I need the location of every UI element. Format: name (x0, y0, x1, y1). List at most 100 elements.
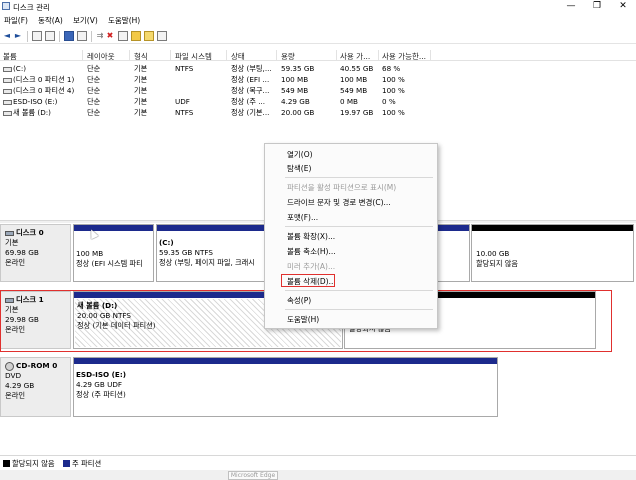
volume-status: 정상 (기본... (231, 108, 270, 117)
disk-list-icon[interactable] (45, 31, 55, 41)
volume-layout: 단순 (87, 86, 101, 95)
window-title: 디스크 관리 (13, 3, 50, 12)
disk-name: 디스크 0 (16, 228, 44, 237)
volume-status: 정상 (부팅,... (231, 64, 272, 73)
menu-bar: 파일(F) 동작(A) 보기(V) 도움말(H) (0, 14, 636, 27)
menu-action[interactable]: 동작(A) (38, 15, 63, 26)
column-free-space[interactable]: 사용 가... (340, 51, 370, 62)
partition-e[interactable]: ESD-ISO (E:) 4.29 GB UDF 정상 (주 파티션) (73, 357, 498, 417)
maximize-button[interactable]: ❐ (588, 0, 606, 13)
volume-percent: 100 % (382, 108, 405, 117)
column-volume[interactable]: 볼륨 (3, 51, 17, 62)
legend-unallocated: 할당되지 않음 (12, 459, 55, 468)
volume-layout: 단순 (87, 64, 101, 73)
volume-name: (디스크 0 파티션 4) (3, 85, 74, 96)
volume-capacity: 4.29 GB (281, 97, 310, 106)
column-capacity[interactable]: 용량 (281, 51, 295, 62)
connect-icon[interactable]: ⇉ (95, 31, 105, 41)
disk-0-label[interactable]: 디스크 0 기본 69.98 GB 온라인 (0, 224, 71, 282)
partition-title: ESD-ISO (E:) (76, 370, 126, 379)
partition-status: 정상 (EFI 시스템 파티 (76, 259, 143, 268)
partition-size: 10.00 GB (476, 249, 510, 258)
menu-item-mark-active[interactable]: 파티션을 활성 파티션으로 표시(M) (287, 182, 396, 193)
menu-item-shrink-volume[interactable]: 볼륨 축소(H)... (287, 246, 336, 257)
forward-arrow-icon[interactable]: ► (13, 31, 23, 41)
volume-layout: 단순 (87, 108, 101, 117)
column-divider (129, 50, 130, 61)
help-icon[interactable] (64, 31, 74, 41)
primary-partition-bar (74, 358, 497, 364)
unallocated-swatch (3, 460, 10, 467)
minimize-button[interactable]: — (562, 0, 580, 13)
volume-capacity: 20.00 GB (281, 108, 315, 117)
volume-row[interactable]: (디스크 0 파티션 1) 단순 기본 정상 (EFI ... 100 MB 1… (0, 74, 420, 85)
column-divider (378, 50, 379, 61)
menu-item-format[interactable]: 포맷(F)... (287, 212, 318, 223)
back-arrow-icon[interactable]: ◄ (2, 31, 12, 41)
toolbar-divider (59, 31, 60, 42)
volume-type: 기본 (134, 86, 148, 95)
toolbar-divider (91, 31, 92, 42)
console-tree-icon[interactable] (32, 31, 42, 41)
disk-state: 온라인 (5, 391, 26, 400)
volume-capacity: 549 MB (281, 86, 309, 95)
menu-file[interactable]: 파일(F) (4, 15, 28, 26)
menu-view[interactable]: 보기(V) (73, 15, 98, 26)
volume-name: 새 볼륨 (D:) (3, 107, 51, 118)
list-view-icon[interactable] (157, 31, 167, 41)
taskbar-hint: Microsoft Edge (228, 471, 278, 480)
column-divider (226, 50, 227, 61)
volume-row[interactable]: ESD-ISO (E:) 단순 기본 UDF 정상 (주 ... 4.29 GB… (0, 96, 420, 107)
volume-free: 19.97 GB (340, 108, 374, 117)
disk-kind: DVD (5, 371, 22, 380)
menu-item-add-mirror[interactable]: 미러 추가(A)... (287, 261, 335, 272)
column-type[interactable]: 형식 (134, 51, 148, 62)
volume-row[interactable]: (디스크 0 파티션 4) 단순 기본 정상 (복구... 549 MB 549… (0, 85, 420, 96)
disk-size: 4.29 GB (5, 381, 35, 390)
volume-filesystem: UDF (175, 97, 190, 106)
cdrom-0-label[interactable]: CD-ROM 0 DVD 4.29 GB 온라인 (0, 357, 71, 417)
column-filesystem[interactable]: 파일 시스템 (175, 51, 212, 62)
check-icon[interactable] (118, 31, 128, 41)
volume-icon (3, 88, 12, 94)
volume-row[interactable]: 새 볼륨 (D:) 단순 기본 NTFS 정상 (기본... 20.00 GB … (0, 107, 420, 118)
volume-status: 정상 (주 ... (231, 97, 266, 106)
menu-item-extend-volume[interactable]: 볼륨 확장(X)... (287, 231, 335, 242)
menu-help[interactable]: 도움말(H) (108, 15, 140, 26)
menu-separator (285, 177, 433, 178)
volume-type: 기본 (134, 108, 148, 117)
column-divider (82, 50, 83, 61)
menu-item-open[interactable]: 열기(O) (287, 149, 313, 160)
column-divider (336, 50, 337, 61)
new-folder-icon[interactable] (144, 31, 154, 41)
volume-percent: 68 % (382, 64, 401, 73)
menu-item-properties[interactable]: 속성(P) (287, 295, 311, 306)
volume-free: 0 MB (340, 97, 358, 106)
volume-type: 기본 (134, 97, 148, 106)
disk-management-icon (2, 2, 10, 10)
folder-icon[interactable] (131, 31, 141, 41)
column-status[interactable]: 상태 (231, 51, 245, 62)
legend: 할당되지 않음 주 파티션 (0, 455, 636, 469)
menu-item-change-drive-letter[interactable]: 드라이브 문자 및 경로 변경(C)... (287, 197, 391, 208)
delete-volume-highlight (281, 274, 335, 287)
delete-icon[interactable]: ✖ (105, 31, 115, 41)
volume-status: 정상 (EFI ... (231, 75, 270, 84)
column-divider (430, 50, 431, 61)
properties-icon[interactable] (77, 31, 87, 41)
partition-efi[interactable]: 100 MB 정상 (EFI 시스템 파티 (73, 224, 154, 282)
unallocated-bar (472, 225, 633, 231)
column-percent-free[interactable]: 사용 가능한... (382, 51, 426, 62)
menu-item-help[interactable]: 도움말(H) (287, 314, 319, 325)
volume-name: ESD-ISO (E:) (3, 96, 57, 107)
volume-status: 정상 (복구... (231, 86, 270, 95)
partition-unallocated[interactable]: 10.00 GB 할당되지 않음 (471, 224, 634, 282)
volume-icon (3, 99, 12, 105)
volume-row[interactable]: (C:) 단순 기본 NTFS 정상 (부팅,... 59.35 GB 40.5… (0, 63, 420, 74)
volume-capacity: 59.35 GB (281, 64, 315, 73)
column-layout[interactable]: 레이아웃 (87, 51, 115, 62)
volume-icon (3, 66, 12, 72)
close-button[interactable]: ✕ (614, 0, 632, 13)
menu-item-explore[interactable]: 탐색(E) (287, 163, 311, 174)
volume-capacity: 100 MB (281, 75, 309, 84)
